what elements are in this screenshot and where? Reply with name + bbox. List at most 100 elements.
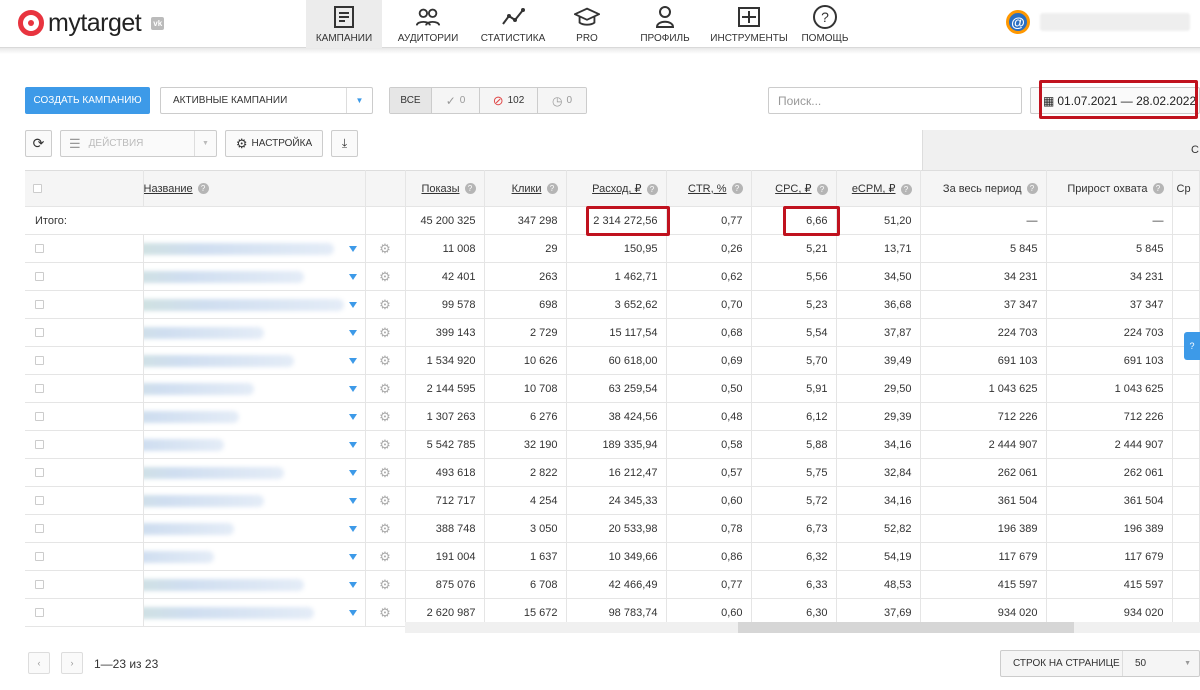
row-settings-cell[interactable]: ⚙ [365,430,406,459]
campaign-name-cell[interactable] [143,318,366,347]
help-icon[interactable]: ? [197,183,209,195]
table-row[interactable]: ⚙ 99 578 698 3 652,62 0,70 5,23 36,68 37 347 37 … [25,290,1200,319]
nav-item-5[interactable]: ИНСТРУМЕНТЫ [708,0,790,48]
gear-icon[interactable]: ⚙ [379,605,391,620]
gear-icon[interactable]: ⚙ [379,241,391,256]
table-row[interactable]: ⚙ 399 143 2 729 15 117,54 0,68 5,54 37,87 224 7… [25,318,1200,347]
row-checkbox[interactable] [35,608,44,618]
chevron-down-icon[interactable] [348,442,357,448]
chevron-down-icon[interactable] [348,610,357,616]
gear-icon[interactable]: ⚙ [379,465,391,480]
gear-icon[interactable]: ⚙ [379,381,391,396]
campaign-name-blurred[interactable] [143,494,264,507]
help-icon[interactable]: ? [546,183,558,195]
row-checkbox[interactable] [35,356,44,366]
filter-blocked-button[interactable]: ⊘ 102 [480,88,538,113]
campaign-name-blurred[interactable] [143,438,224,451]
help-icon[interactable]: ? [464,183,476,195]
row-checkbox[interactable] [35,328,44,338]
col-ecpm[interactable]: eCPM, ₽? [836,170,921,207]
chevron-down-icon[interactable] [348,498,357,504]
prev-page-button[interactable]: ‹ [28,652,50,674]
table-row[interactable]: ⚙ 191 004 1 637 10 349,66 0,86 6,32 54,19 117 6… [25,542,1200,571]
row-checkbox[interactable] [35,468,44,478]
search-input[interactable] [768,87,1022,114]
table-row[interactable]: ⚙ 5 542 785 32 190 189 335,94 0,58 5,88 34,16 2… [25,430,1200,459]
row-checkbox[interactable] [35,244,44,254]
campaign-name-cell[interactable] [143,570,366,599]
col-cpc[interactable]: CPC, ₽? [751,170,837,207]
filter-pending-button[interactable]: ◷ 0 [538,88,586,113]
col-ctr[interactable]: CTR, %? [666,170,752,207]
campaign-name-blurred[interactable] [143,522,234,535]
row-settings-cell[interactable]: ⚙ [365,262,406,291]
gear-icon[interactable]: ⚙ [379,297,391,312]
campaign-name-blurred[interactable] [143,242,334,255]
create-campaign-button[interactable]: СОЗДАТЬ КАМПАНИЮ [25,87,150,114]
campaign-name-blurred[interactable] [143,606,314,619]
campaign-name-blurred[interactable] [143,298,344,311]
table-row[interactable]: ⚙ 11 008 29 150,95 0,26 5,21 13,71 5 845 5 845 [25,234,1200,263]
table-row[interactable]: ⚙ 493 618 2 822 16 212,47 0,57 5,75 32,84 262 0… [25,458,1200,487]
help-icon[interactable]: ? [646,183,658,195]
help-icon[interactable]: ? [816,183,828,195]
row-checkbox[interactable] [35,552,44,562]
chevron-down-icon[interactable]: ▼ [346,88,372,113]
table-row[interactable]: ⚙ 875 076 6 708 42 466,49 0,77 6,33 48,53 415 5… [25,570,1200,599]
row-settings-cell[interactable]: ⚙ [365,458,406,487]
campaign-name-cell[interactable] [143,374,366,403]
gear-icon[interactable]: ⚙ [379,493,391,508]
gear-icon[interactable]: ⚙ [379,577,391,592]
chevron-down-icon[interactable] [348,330,357,336]
chevron-down-icon[interactable] [348,470,357,476]
gear-icon[interactable]: ⚙ [379,409,391,424]
nav-item-0[interactable]: КАМПАНИИ [306,0,382,48]
help-icon[interactable]: ? [900,183,912,195]
nav-item-1[interactable]: АУДИТОРИИ [382,0,474,48]
gear-icon[interactable]: ⚙ [379,269,391,284]
col-avg[interactable]: Ср [1172,170,1200,207]
campaign-name-cell[interactable] [143,262,366,291]
col-name[interactable]: Название? [143,170,366,207]
table-row[interactable]: ⚙ 712 717 4 254 24 345,33 0,60 5,72 34,16 361 5… [25,486,1200,515]
col-growth[interactable]: Прирост охвата? [1046,170,1173,207]
table-row[interactable]: ⚙ 1 307 263 6 276 38 424,56 0,48 6,12 29,39 712… [25,402,1200,431]
refresh-button[interactable]: ⟳ [25,130,52,157]
chevron-down-icon[interactable] [348,526,357,532]
row-settings-cell[interactable]: ⚙ [365,234,406,263]
actions-select[interactable]: ☰ ДЕЙСТВИЯ ▼ [60,130,217,157]
nav-item-6[interactable]: ? ПОМОЩЬ [790,0,860,48]
gear-icon[interactable]: ⚙ [379,353,391,368]
campaign-name-blurred[interactable] [143,466,284,479]
gear-icon[interactable]: ⚙ [379,549,391,564]
row-settings-cell[interactable]: ⚙ [365,542,406,571]
table-row[interactable]: ⚙ 2 144 595 10 708 63 259,54 0,50 5,91 29,50 1 … [25,374,1200,403]
campaign-name-blurred[interactable] [143,354,294,367]
gear-icon[interactable]: ⚙ [379,325,391,340]
row-settings-cell[interactable]: ⚙ [365,598,406,627]
avatar[interactable]: @ [1006,10,1030,34]
horizontal-scrollbar[interactable] [405,622,1200,633]
chevron-down-icon[interactable] [348,274,357,280]
row-settings-cell[interactable]: ⚙ [365,346,406,375]
row-settings-cell[interactable]: ⚙ [365,570,406,599]
mytarget-logo[interactable]: mytarget vk [18,8,165,38]
chevron-down-icon[interactable] [348,358,357,364]
username-blurred[interactable] [1040,13,1190,31]
row-checkbox[interactable] [35,300,44,310]
row-checkbox[interactable] [35,524,44,534]
row-checkbox[interactable] [35,384,44,394]
gear-icon[interactable]: ⚙ [379,437,391,452]
row-checkbox[interactable] [35,496,44,506]
gear-icon[interactable]: ⚙ [379,521,391,536]
campaign-name-blurred[interactable] [143,270,304,283]
campaign-status-select[interactable]: АКТИВНЫЕ КАМПАНИИ ▼ [160,87,373,114]
row-checkbox[interactable] [35,272,44,282]
campaign-name-cell[interactable] [143,290,366,319]
filter-active-button[interactable]: ✓ 0 [432,88,480,113]
campaign-name-cell[interactable] [143,542,366,571]
chevron-down-icon[interactable] [348,582,357,588]
row-settings-cell[interactable]: ⚙ [365,402,406,431]
row-settings-cell[interactable]: ⚙ [365,514,406,543]
chevron-down-icon[interactable] [348,246,357,252]
